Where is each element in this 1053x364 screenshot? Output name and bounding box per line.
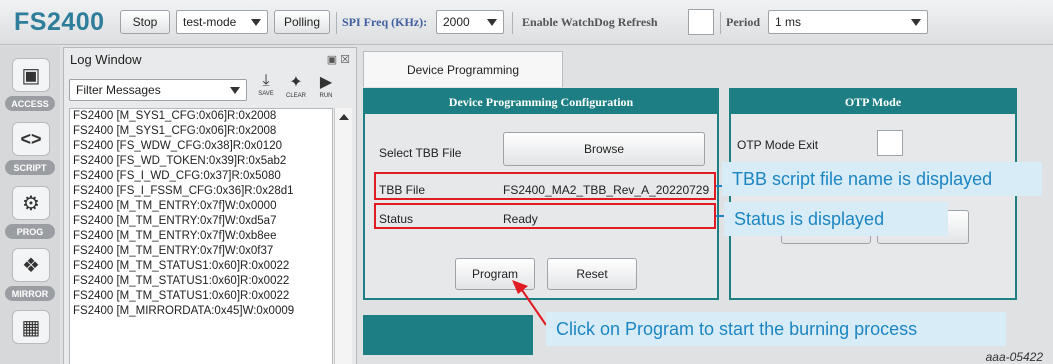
app-window: FS2400 Stop test-mode Polling SPI Freq (… — [0, 0, 1053, 364]
figure-id: aaa-05422 — [985, 350, 1043, 364]
program-callout: Click on Program to start the burning pr… — [546, 312, 1006, 346]
tbb-file-callout: TBB script file name is displayed — [722, 162, 1042, 196]
status-callout: Status is displayed — [724, 202, 948, 236]
program-arrow-head — [512, 280, 528, 294]
next-panel-header — [363, 315, 533, 355]
